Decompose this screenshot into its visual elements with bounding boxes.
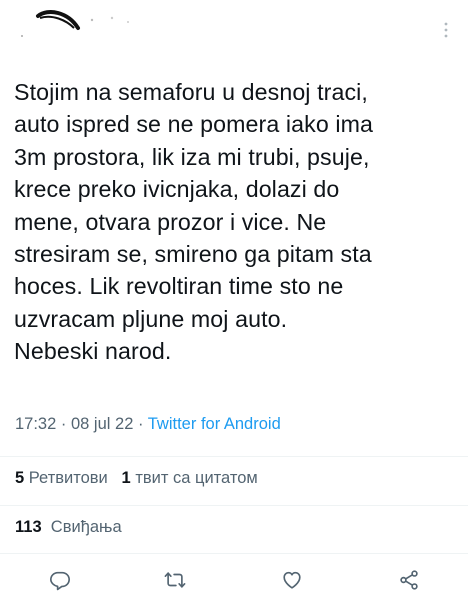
like-stats: 113 Свиђања: [15, 518, 122, 537]
tweet-header: [0, 0, 468, 60]
share-button[interactable]: [395, 566, 423, 594]
tweet-body-text: Stojim na semaforu u desnoj traci, auto …: [14, 79, 374, 365]
tweet-source-link[interactable]: Twitter for Android: [148, 415, 281, 433]
divider: [0, 505, 468, 506]
retweets-count: 5: [15, 469, 25, 487]
retweet-stats: 5 Ретвитови 1 твит са цитатом: [15, 469, 258, 488]
divider: [0, 456, 468, 457]
meta-separator: ·: [60, 415, 67, 433]
quotes-label: твит са цитатом: [135, 469, 258, 487]
divider: [0, 553, 468, 554]
like-button[interactable]: [278, 566, 306, 594]
reply-button[interactable]: [46, 566, 74, 594]
more-options-icon[interactable]: [440, 20, 452, 40]
retweets-stat[interactable]: 5 Ретвитови: [15, 469, 108, 487]
quotes-stat[interactable]: 1 твит са цитатом: [122, 469, 258, 487]
reply-icon: [50, 571, 70, 591]
likes-count: 113: [15, 518, 42, 536]
tweet-action-bar: [0, 566, 468, 594]
tweet-time[interactable]: 17:32: [15, 415, 56, 433]
obscured-author-avatar: [21, 10, 129, 37]
share-icon: [400, 570, 418, 590]
retweet-icon: [164, 572, 186, 588]
retweet-button[interactable]: [161, 566, 189, 594]
meta-separator: ·: [137, 415, 144, 433]
tweet-date[interactable]: 08 jul 22: [71, 415, 133, 433]
likes-stat[interactable]: 113 Свиђања: [15, 518, 122, 536]
retweets-label: Ретвитови: [28, 469, 108, 487]
tweet-meta: 17:32 · 08 jul 22 · Twitter for Android: [15, 415, 281, 434]
heart-icon: [283, 571, 301, 589]
likes-label: Свиђања: [50, 518, 122, 536]
quotes-count: 1: [121, 469, 131, 487]
